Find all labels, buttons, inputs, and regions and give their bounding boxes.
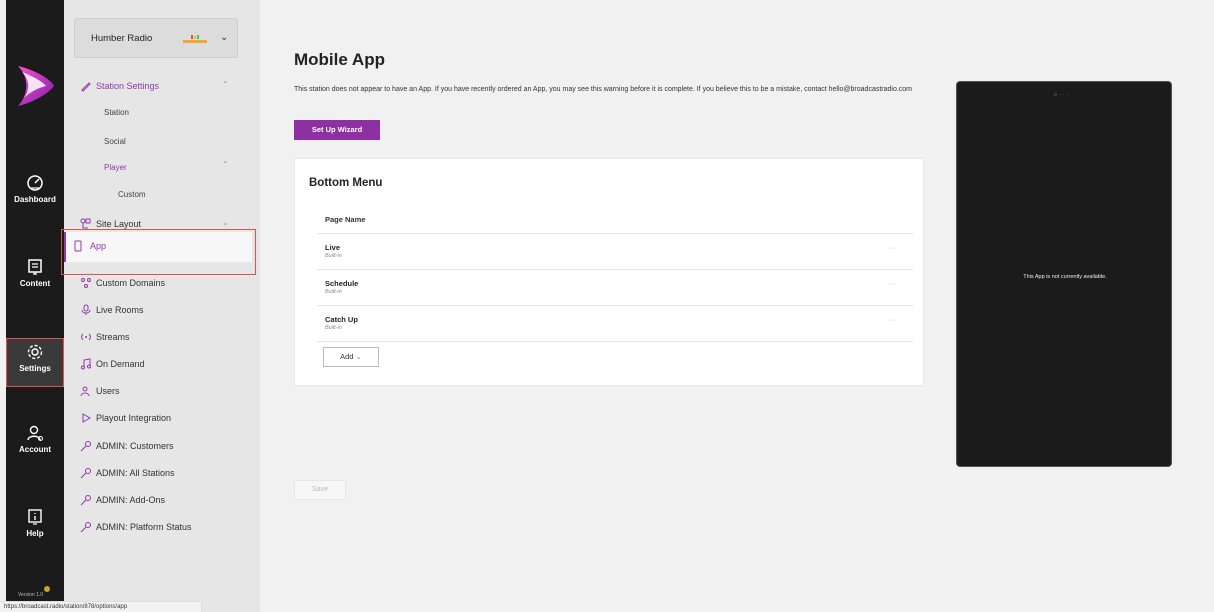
rail-item-label: Content bbox=[19, 279, 51, 288]
page-name: Catch Up bbox=[325, 315, 358, 324]
add-label: Add bbox=[340, 352, 354, 361]
chevron-up-icon: ⌃ bbox=[222, 160, 229, 169]
rail-item-account[interactable]: Account bbox=[6, 424, 64, 480]
station-logo bbox=[183, 35, 207, 43]
phone-icon bbox=[74, 240, 82, 252]
nav-app[interactable]: App bbox=[61, 229, 256, 275]
page-type: Built-in bbox=[325, 289, 342, 295]
page-type: Built-in bbox=[325, 253, 342, 259]
content-icon bbox=[28, 259, 42, 275]
nav-admin-customers[interactable]: ADMIN: Customers bbox=[64, 433, 260, 459]
microphone-icon bbox=[81, 304, 91, 315]
settings-subnav: Humber Radio ⌄ Station Settings ⌃ Statio… bbox=[61, 0, 260, 612]
save-button[interactable]: Save bbox=[294, 480, 346, 500]
nav-live-rooms[interactable]: Live Rooms bbox=[64, 297, 260, 323]
nav-label: ADMIN: Add-Ons bbox=[96, 495, 166, 505]
nav-label: App bbox=[90, 241, 107, 251]
page-name: Live bbox=[325, 243, 341, 252]
rail-item-label: Dashboard bbox=[14, 195, 56, 204]
nav-admin-platform-status[interactable]: ADMIN: Platform Status bbox=[64, 514, 260, 540]
status-dot bbox=[44, 586, 50, 592]
nav-label: Site Layout bbox=[96, 219, 142, 229]
nav-custom[interactable]: Custom bbox=[118, 190, 146, 199]
chevron-down-icon: ⌄ bbox=[355, 352, 362, 361]
nav-admin-add-ons[interactable]: ADMIN: Add-Ons bbox=[64, 487, 260, 513]
nav-station[interactable]: Station bbox=[104, 108, 129, 117]
setup-wizard-button[interactable]: Set Up Wizard bbox=[294, 120, 380, 140]
nav-admin-all-stations[interactable]: ADMIN: All Stations bbox=[64, 460, 260, 486]
version-label: Version 1.0 bbox=[18, 592, 44, 598]
play-icon bbox=[82, 413, 92, 423]
nav-on-demand[interactable]: On Demand bbox=[64, 351, 260, 377]
nav-streams[interactable]: Streams bbox=[64, 324, 260, 350]
nav-label: ADMIN: Customers bbox=[96, 441, 174, 451]
more-options-icon[interactable]: ··· bbox=[887, 245, 897, 252]
nav-label: Playout Integration bbox=[96, 413, 172, 423]
no-app-warning: This station does not appear to have an … bbox=[294, 86, 913, 93]
account-icon bbox=[27, 425, 43, 441]
phone-preview: o ···· This App is not currently availab… bbox=[956, 81, 1172, 467]
key-icon bbox=[80, 441, 91, 452]
rail-item-content[interactable]: Content bbox=[6, 258, 64, 314]
page-title: Mobile App bbox=[294, 50, 385, 69]
rail-item-label: Settings bbox=[19, 364, 51, 373]
bottom-menu-card: Bottom Menu Page Name Live Built-in ··· … bbox=[294, 158, 924, 386]
rail-item-settings[interactable]: Settings bbox=[6, 338, 64, 387]
rail-item-dashboard[interactable]: Dashboard bbox=[6, 174, 64, 230]
broadcast-icon bbox=[81, 333, 91, 341]
help-icon bbox=[28, 509, 42, 525]
key-icon bbox=[80, 522, 91, 533]
menu-row[interactable]: Catch Up Built-in ··· bbox=[317, 306, 913, 342]
music-note-icon bbox=[81, 358, 91, 370]
nav-station-settings[interactable]: Station Settings ⌃ bbox=[64, 73, 260, 99]
chevron-up-icon: ⌃ bbox=[222, 80, 229, 89]
page-name: Schedule bbox=[325, 279, 359, 288]
nav-label: Custom Domains bbox=[96, 278, 166, 288]
domains-icon bbox=[81, 278, 91, 288]
more-options-icon[interactable]: ··· bbox=[887, 317, 897, 324]
link-status-bar: https://broadcast.radio/station/878/opti… bbox=[0, 601, 202, 612]
chevron-down-icon: ⌄ bbox=[220, 32, 229, 43]
dashboard-icon bbox=[27, 175, 43, 191]
nav-label: ADMIN: All Stations bbox=[96, 468, 175, 478]
station-selector[interactable]: Humber Radio ⌄ bbox=[74, 18, 238, 58]
gear-icon bbox=[27, 344, 43, 360]
nav-label: On Demand bbox=[96, 359, 145, 369]
page-type: Built-in bbox=[325, 325, 342, 331]
nav-label: Station Settings bbox=[96, 81, 160, 91]
add-page-button[interactable]: Add ⌄ bbox=[323, 347, 379, 367]
app-unavailable-message: This App is not currently available. bbox=[1023, 274, 1107, 280]
menu-row[interactable]: Schedule Built-in ··· bbox=[317, 270, 913, 306]
users-icon bbox=[80, 386, 90, 397]
chevron-down-icon: ⌄ bbox=[222, 218, 229, 227]
column-header-page-name: Page Name bbox=[325, 215, 366, 224]
app-rail: Dashboard Content Settings Account Help … bbox=[6, 0, 64, 612]
nav-label: Live Rooms bbox=[96, 305, 144, 315]
rail-item-label: Account bbox=[19, 445, 51, 454]
brand-logo[interactable] bbox=[16, 64, 56, 108]
nav-player[interactable]: Player bbox=[104, 163, 127, 172]
nav-label: ADMIN: Platform Status bbox=[96, 522, 192, 532]
nav-label: Users bbox=[96, 386, 120, 396]
rail-item-label: Help bbox=[26, 529, 44, 538]
card-title: Bottom Menu bbox=[309, 177, 383, 189]
nav-playout-integration[interactable]: Playout Integration bbox=[64, 405, 260, 431]
key-icon bbox=[80, 495, 91, 506]
nav-custom-domains[interactable]: Custom Domains bbox=[64, 270, 260, 296]
rail-item-help[interactable]: Help bbox=[6, 508, 64, 564]
camera-icon: o ···· bbox=[1054, 92, 1071, 98]
key-icon bbox=[80, 468, 91, 479]
nav-label: Streams bbox=[96, 332, 130, 342]
nav-users[interactable]: Users bbox=[64, 378, 260, 404]
menu-row[interactable]: Live Built-in ··· bbox=[317, 234, 913, 270]
main-content: Mobile App This station does not appear … bbox=[262, 0, 1214, 612]
pencil-icon bbox=[81, 82, 91, 92]
more-options-icon[interactable]: ··· bbox=[887, 281, 897, 288]
nav-social[interactable]: Social bbox=[104, 137, 126, 146]
station-name: Humber Radio bbox=[91, 33, 153, 44]
